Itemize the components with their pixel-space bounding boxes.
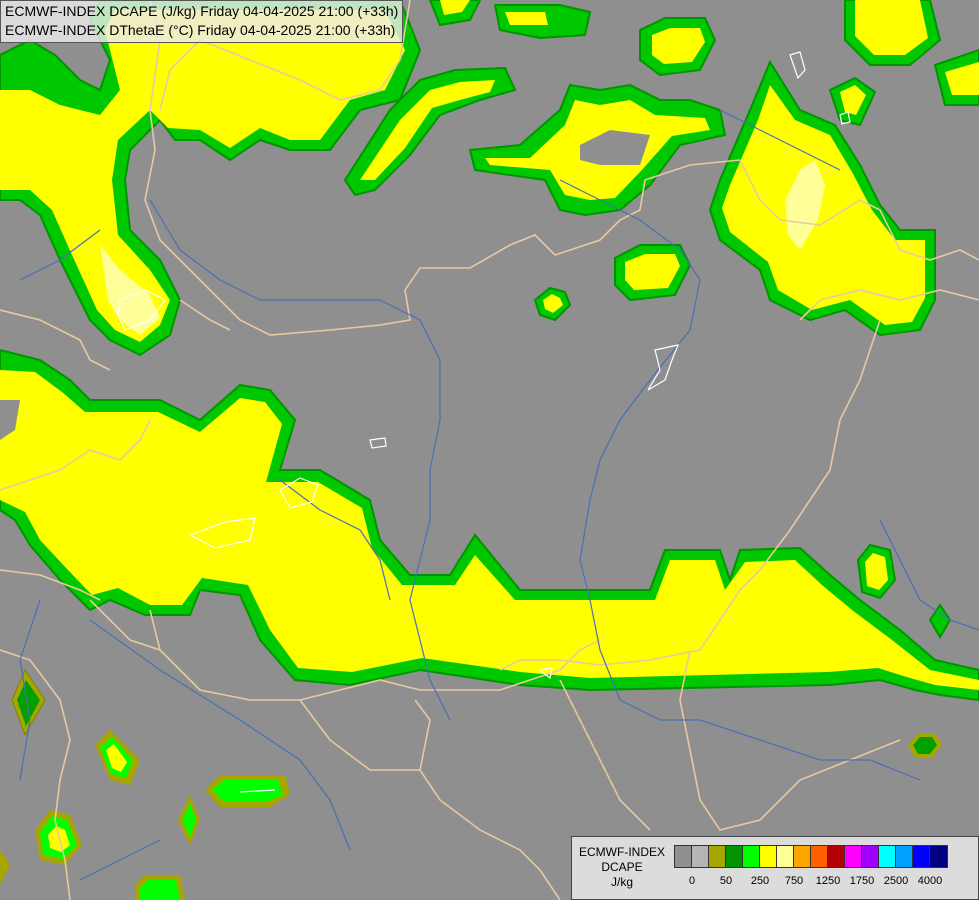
legend-tick-label: 0 bbox=[688, 875, 696, 887]
map-view: ECMWF-INDEX DCAPE (J/kg) Friday 04-04-20… bbox=[0, 0, 979, 900]
legend-swatch bbox=[760, 846, 777, 867]
legend-swatch bbox=[930, 846, 947, 867]
legend-swatch bbox=[726, 846, 743, 867]
legend-tick-label: 750 bbox=[784, 875, 804, 887]
legend-tick-label: 50 bbox=[719, 875, 733, 887]
legend-title: ECMWF-INDEX DCAPE J/kg bbox=[574, 845, 670, 890]
legend-swatch bbox=[828, 846, 845, 867]
map-header: ECMWF-INDEX DCAPE (J/kg) Friday 04-04-20… bbox=[0, 0, 404, 43]
legend-title-line2: DCAPE bbox=[601, 860, 643, 874]
legend-swatch bbox=[794, 846, 811, 867]
legend-swatch bbox=[845, 846, 862, 867]
legend-swatch bbox=[913, 846, 930, 867]
legend-title-line3: J/kg bbox=[610, 875, 633, 889]
legend-tick-label: 1750 bbox=[849, 875, 875, 887]
legend-tick-label: 2500 bbox=[883, 875, 909, 887]
legend-swatch bbox=[675, 846, 692, 867]
legend-swatch bbox=[811, 846, 828, 867]
dcape-map bbox=[0, 0, 979, 900]
color-legend: ECMWF-INDEX DCAPE J/kg 0 50 250 750 1250 1750… bbox=[571, 836, 979, 900]
legend-swatch bbox=[709, 846, 726, 867]
legend-swatch bbox=[777, 846, 794, 867]
legend-tick-label: 250 bbox=[750, 875, 770, 887]
legend-swatch bbox=[692, 846, 709, 867]
legend-tick-label: 1250 bbox=[815, 875, 841, 887]
legend-tick-label: 4000 bbox=[917, 875, 943, 887]
legend-swatch bbox=[862, 846, 879, 867]
header-line-dthetae: ECMWF-INDEX DThetaE (°C) Friday 04-04-20… bbox=[5, 22, 396, 38]
legend-swatch bbox=[743, 846, 760, 867]
legend-color-bar bbox=[674, 845, 948, 868]
legend-swatch bbox=[896, 846, 913, 867]
legend-title-line1: ECMWF-INDEX bbox=[579, 845, 665, 859]
header-line-dcape: ECMWF-INDEX DCAPE (J/kg) Friday 04-04-20… bbox=[5, 3, 399, 19]
legend-swatch bbox=[879, 846, 896, 867]
